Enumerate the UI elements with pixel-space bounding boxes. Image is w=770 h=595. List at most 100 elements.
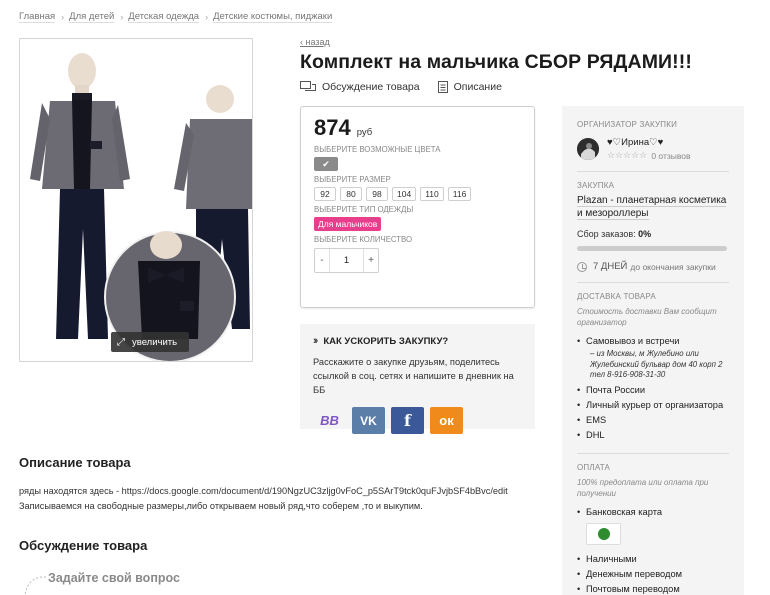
description-line: ряды находятся здесь - https://docs.goog…: [19, 486, 508, 496]
size-options: 92 80 98 104 110 116: [314, 187, 521, 201]
tab-discussion-label: Обсуждение товара: [322, 81, 420, 93]
days-left: 7 ДНЕЙ до окончания закупки: [577, 261, 729, 272]
days-value: 7 ДНЕЙ: [593, 261, 628, 272]
facebook-icon: f: [404, 411, 411, 430]
size-option[interactable]: 98: [366, 187, 388, 201]
pickup-address: – из Москвы, м Жулебино или Жулебинский …: [590, 349, 723, 379]
purchase-label: ЗАКУПКА: [577, 181, 615, 190]
organizer[interactable]: ♥♡Ирина♡♥ ☆☆☆☆☆ 0 отзывов: [577, 137, 729, 161]
sberbank-logo-icon: [586, 522, 621, 545]
quantity-stepper: - 1 +: [314, 248, 379, 273]
chat-icon: [300, 81, 316, 91]
delivery-item: Почта России: [577, 383, 729, 398]
type-option[interactable]: Для мальчиков: [314, 217, 382, 231]
payment-item: Денежным переводом: [577, 567, 729, 582]
size-option[interactable]: 92: [314, 187, 336, 201]
double-chevron-icon: ››: [313, 335, 319, 347]
organizer-name: ♥♡Ирина♡♥: [607, 137, 664, 148]
divider: [577, 452, 729, 454]
chevron-right-icon: ›: [205, 12, 209, 22]
size-option[interactable]: 110: [420, 187, 444, 201]
qty-minus-button[interactable]: -: [315, 249, 329, 272]
payment-item: Банковская карта: [577, 505, 729, 520]
ask-question-link[interactable]: Задайте свой вопрос: [48, 571, 180, 585]
breadcrumb-home[interactable]: Главная: [19, 11, 56, 23]
price: 874 руб: [314, 115, 521, 141]
purchase-sidebar: ОРГАНИЗАТОР ЗАКУПКИ ♥♡Ирина♡♥ ☆☆☆☆☆ 0 от…: [562, 106, 744, 595]
orders-progress-bar: [577, 246, 727, 251]
zoom-label: увеличить: [132, 336, 178, 348]
payment-note: 100% предоплата или оплата при получении: [577, 477, 709, 498]
zoom-button[interactable]: ⤢ увеличить: [111, 332, 189, 352]
expand-icon: ⤢: [117, 336, 125, 348]
qty-plus-button[interactable]: +: [364, 249, 378, 272]
speedup-header: ›› КАК УСКОРИТЬ ЗАКУПКУ?: [313, 335, 522, 347]
delivery-item: Личный курьер от организатора: [577, 398, 729, 413]
speedup-box: ›› КАК УСКОРИТЬ ЗАКУПКУ? Расскажите о за…: [300, 324, 535, 434]
facebook-share-button[interactable]: f: [391, 407, 424, 434]
size-label: ВЫБЕРИТЕ РАЗМЕР: [314, 175, 391, 184]
discussion-title: Обсуждение товара: [19, 538, 148, 553]
delivery-note: Стоимость доставки Вам сообщит организат…: [577, 307, 717, 327]
vk-share-button[interactable]: VK: [352, 407, 385, 434]
star-rating-icon: ☆☆☆☆☆: [607, 150, 648, 160]
price-currency: руб: [356, 127, 373, 138]
vk-icon: VK: [360, 413, 377, 428]
chevron-right-icon: ›: [61, 12, 65, 22]
payment-item: Наличными: [577, 552, 729, 567]
description-title: Описание товара: [19, 455, 131, 470]
delivery-list: Самовывоз и встречи – из Москвы, м Жулеб…: [577, 334, 729, 443]
reviews-count[interactable]: 0 отзывов: [651, 151, 690, 161]
qty-input[interactable]: 1: [329, 249, 364, 272]
product-subtabs: Обсуждение товара Описание: [300, 81, 520, 93]
colors-label: ВЫБЕРИТЕ ВОЗМОЖНЫЕ ЦВЕТА: [314, 145, 441, 154]
check-icon: ✔: [322, 158, 330, 169]
orders-status: Сбор заказов: 0%: [577, 229, 729, 239]
payment-list: Банковская карта Наличными Денежным пере…: [577, 505, 729, 595]
delivery-item: EMS: [577, 413, 729, 428]
tab-discussion[interactable]: Обсуждение товара: [300, 81, 420, 93]
description-text: ряды находятся здесь - https://docs.goog…: [19, 484, 508, 514]
orders-label: Сбор заказов:: [577, 229, 636, 239]
qty-label: ВЫБЕРИТЕ КОЛИЧЕСТВО: [314, 235, 413, 244]
bb-share-button[interactable]: BB: [313, 407, 346, 434]
organizer-rating: ☆☆☆☆☆ 0 отзывов: [607, 150, 691, 161]
breadcrumb-kids[interactable]: Для детей: [69, 11, 115, 23]
divider: [577, 171, 729, 172]
buy-box: 874 руб ВЫБЕРИТЕ ВОЗМОЖНЫЕ ЦВЕТА ✔ ВЫБЕР…: [300, 106, 535, 308]
size-option[interactable]: 116: [447, 187, 472, 201]
breadcrumb-kids-suits[interactable]: Детские костюмы, пиджаки: [213, 11, 333, 23]
bb-icon: BB: [320, 413, 339, 428]
clock-icon: [577, 261, 587, 272]
odnoklassniki-share-button[interactable]: ок: [430, 407, 463, 434]
breadcrumb-kids-clothing[interactable]: Детская одежда: [128, 11, 200, 23]
description-line: Записываемся на свободные размеры,либо о…: [19, 501, 423, 511]
divider: [577, 282, 729, 283]
tab-description[interactable]: Описание: [437, 81, 502, 93]
back-link[interactable]: ‹ назад: [300, 37, 330, 47]
social-buttons: BB VK f ок: [313, 407, 522, 434]
size-option[interactable]: 80: [340, 187, 362, 201]
type-label: ВЫБЕРИТЕ ТИП ОДЕЖДЫ: [314, 205, 414, 214]
payment-item: Почтовым переводом: [577, 582, 729, 595]
speedup-text: Расскажите о закупке друзьям, поделитесь…: [313, 357, 514, 395]
color-swatch[interactable]: ✔: [314, 157, 338, 171]
days-text: до окончания закупки: [630, 261, 716, 272]
curve-decoration: [24, 576, 47, 595]
document-icon: [437, 81, 448, 93]
avatar: [577, 138, 599, 160]
size-option[interactable]: 104: [392, 187, 417, 201]
chevron-right-icon: ›: [120, 12, 124, 22]
product-title: Комплект на мальчика СБОР РЯДАМИ!!!: [300, 51, 692, 73]
delivery-item: DHL: [577, 428, 729, 443]
tab-description-label: Описание: [453, 81, 502, 93]
breadcrumb: Главная › Для детей › Детская одежда › Д…: [19, 11, 333, 23]
speedup-title: КАК УСКОРИТЬ ЗАКУПКУ?: [323, 335, 449, 347]
purchase-name-link[interactable]: Plazan - планетарная косметика и мезорол…: [577, 195, 727, 220]
odnoklassniki-icon: ок: [439, 413, 454, 428]
product-photo[interactable]: ⤢ увеличить: [19, 38, 253, 362]
product-image: [30, 53, 252, 361]
orders-value: 0%: [638, 229, 652, 239]
delivery-label: ДОСТАВКА ТОВАРА: [577, 292, 656, 301]
organizer-label: ОРГАНИЗАТОР ЗАКУПКИ: [577, 120, 678, 129]
